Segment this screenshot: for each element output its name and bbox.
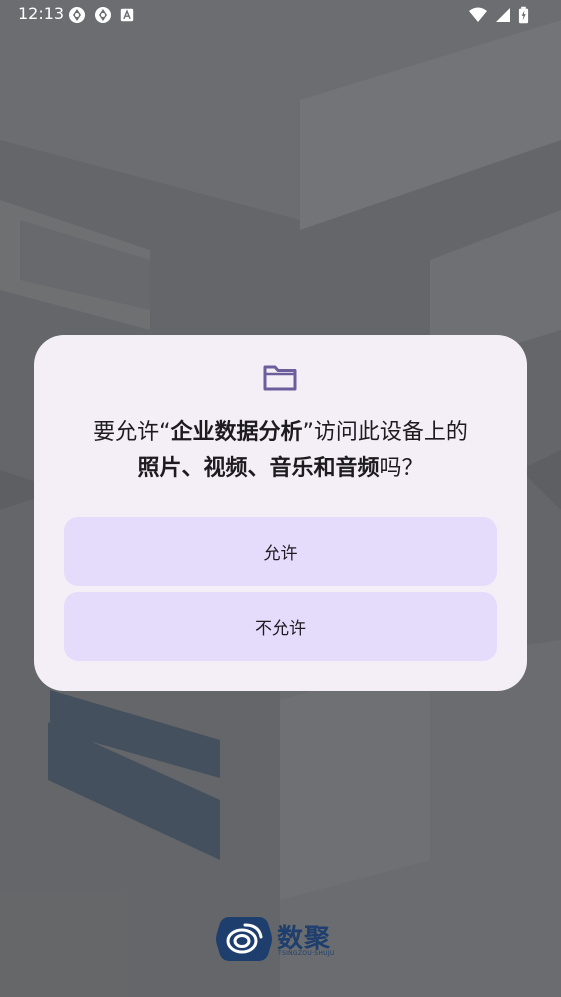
keyboard-a-icon xyxy=(120,8,134,22)
message-suffix: 吗？ xyxy=(379,456,424,481)
media-types: 照片、视频、音乐和音频 xyxy=(137,456,380,481)
cell-signal-icon xyxy=(496,8,510,22)
system-icons xyxy=(468,6,529,24)
message-mid: ”访问此设备上的 xyxy=(302,420,468,445)
deny-button[interactable]: 不允许 xyxy=(64,592,497,661)
wifi-icon xyxy=(469,7,487,22)
allow-button[interactable]: 允许 xyxy=(64,517,497,586)
notification-icons xyxy=(68,6,134,24)
permission-dialog: 要允许“企业数据分析”访问此设备上的照片、视频、音乐和音频吗？ 允许 不允许 xyxy=(34,335,527,691)
brand-logo: 数聚 TSINGZOU·SHUJU xyxy=(215,915,360,963)
status-time: 12:13 xyxy=(18,4,65,23)
screen: 12:13 要允许“企业数据分析”访问此设备上的 照片、视频、音乐和音频吗？ 允… xyxy=(0,0,561,997)
app-name: 企业数据分析 xyxy=(170,420,303,445)
status-bar: 12:13 xyxy=(0,0,561,30)
brand-subtitle: TSINGZOU·SHUJU xyxy=(278,950,335,957)
app-notification-icon xyxy=(95,7,111,23)
app-notification-icon xyxy=(69,7,85,23)
permission-message: 要允许“企业数据分析”访问此设备上的照片、视频、音乐和音频吗？ xyxy=(54,415,507,487)
battery-charging-icon xyxy=(518,6,529,24)
folder-icon xyxy=(263,365,297,391)
brand-logo-icon xyxy=(216,917,272,961)
message-prefix: 要允许“ xyxy=(93,420,171,445)
